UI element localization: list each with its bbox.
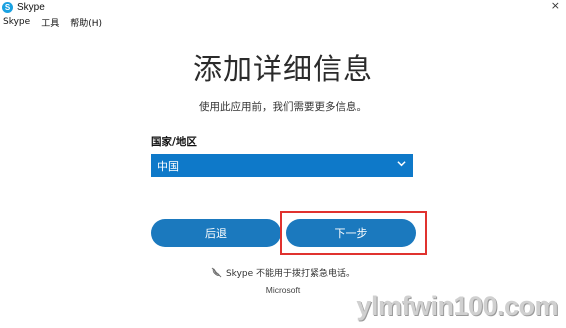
- back-button[interactable]: 后退: [151, 219, 281, 247]
- close-window-icon[interactable]: ×: [551, 0, 560, 12]
- title-bar: S Skype ×: [0, 0, 566, 14]
- page-subtitle: 使用此应用前，我们需要更多信息。: [199, 101, 367, 113]
- emergency-notice-text: Skype 不能用于拨打紧急电话。: [225, 269, 356, 279]
- country-select[interactable]: 中国: [151, 154, 413, 177]
- site-watermark: ylmfwin100.com: [356, 291, 558, 321]
- window-title: Skype: [17, 1, 45, 13]
- menu-item-skype[interactable]: Skype: [3, 17, 30, 27]
- menu-item-help[interactable]: 帮助(H): [70, 16, 102, 29]
- menu-item-tools[interactable]: 工具: [41, 16, 59, 29]
- emergency-notice: Skype 不能用于拨打紧急电话。: [0, 266, 566, 279]
- chevron-down-icon: [397, 161, 406, 167]
- country-select-value: 中国: [157, 159, 179, 173]
- skype-logo-icon: S: [2, 1, 13, 13]
- no-phone-icon: [211, 267, 222, 278]
- page-title: 添加详细信息: [192, 52, 373, 86]
- menu-bar: Skype 工具 帮助(H): [0, 14, 110, 30]
- country-label: 国家/地区: [151, 136, 197, 148]
- next-button-highlight: [280, 211, 427, 255]
